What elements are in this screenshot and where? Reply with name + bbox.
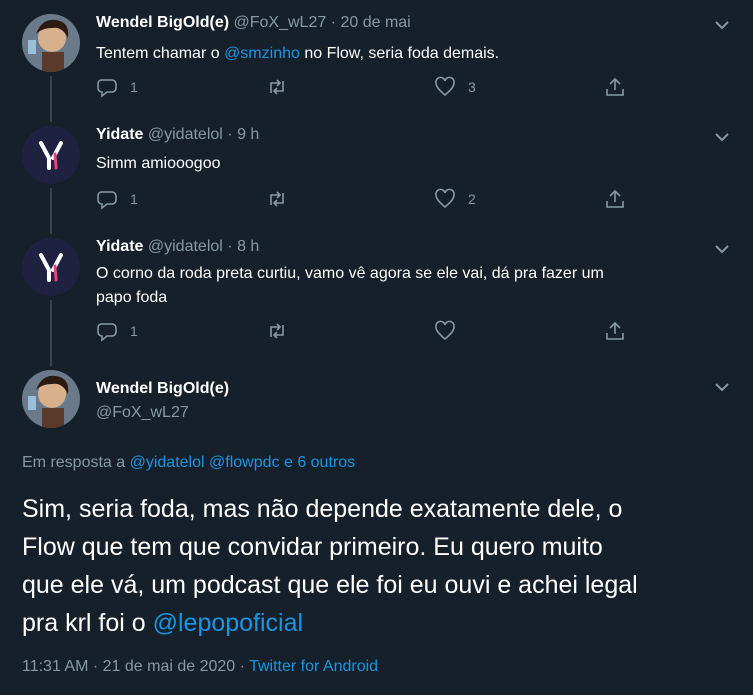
reply-icon <box>97 191 117 210</box>
retweet-icon <box>270 191 284 207</box>
display-name[interactable]: Wendel BigOld(e) <box>96 14 229 31</box>
display-name[interactable]: Yidate <box>96 126 143 143</box>
share-button[interactable] <box>604 320 626 342</box>
avatar[interactable] <box>22 370 80 428</box>
reply-icon <box>97 323 117 342</box>
tweet-header: Yidate @yidatelol · 9 h <box>96 126 259 144</box>
mention-link[interactable]: @smzinho <box>224 45 300 62</box>
avatar[interactable] <box>22 126 80 184</box>
retweet-button[interactable] <box>266 76 300 98</box>
focused-tweet: Wendel BigOld(e) @FoX_wL27 Em resposta a… <box>0 366 753 695</box>
tweet-meta: 11:31 AM · 21 de mai de 2020 · Twitter f… <box>22 658 378 676</box>
display-name[interactable]: Yidate <box>96 238 143 255</box>
reply-tweet[interactable]: Yidate @yidatelol · 8 h O corno da roda … <box>0 234 753 354</box>
share-button[interactable] <box>604 76 626 98</box>
avatar[interactable] <box>22 14 80 72</box>
reply-count: 1 <box>130 191 138 207</box>
timestamp[interactable]: 20 de mai <box>340 14 410 31</box>
tweet-header: Wendel BigOld(e) @FoX_wL27 · 20 de mai <box>96 14 411 32</box>
tweet-text-line: que ele vá, um podcast que ele foi eu ou… <box>22 571 638 599</box>
tweet-actions: 1 3 <box>96 76 636 104</box>
timestamp[interactable]: 8 h <box>237 238 259 255</box>
like-count: 2 <box>468 191 476 207</box>
separator: · <box>227 238 233 255</box>
tweet-text-line: Flow que tem que convidar primeiro. Eu q… <box>22 533 603 561</box>
handle[interactable]: @yidatelol <box>148 126 223 143</box>
chevron-down-icon[interactable] <box>713 378 731 396</box>
reply-count: 1 <box>130 323 138 339</box>
tweet-text-line: O corno da roda preta curtiu, vamo vê ag… <box>96 265 604 282</box>
mention-link[interactable]: @lepopoficial <box>153 609 303 637</box>
retweet-button[interactable] <box>266 188 300 210</box>
tweet-text-line: papo foda <box>96 289 168 306</box>
separator: · <box>227 126 233 143</box>
like-button[interactable]: 2 <box>434 188 476 210</box>
reply-button[interactable]: 1 <box>96 76 138 98</box>
heart-icon <box>435 320 455 341</box>
handle[interactable]: @yidatelol <box>148 238 223 255</box>
timestamp[interactable]: 11:31 AM · 21 de mai de 2020 · <box>22 658 249 675</box>
timestamp[interactable]: 9 h <box>237 126 259 143</box>
tweet-text-line: pra krl foi o @lepopoficial <box>22 609 304 637</box>
like-button[interactable]: 3 <box>434 76 476 98</box>
reply-button[interactable]: 1 <box>96 188 138 210</box>
mention-link[interactable]: @yidatelol <box>130 454 205 471</box>
handle[interactable]: @FoX_wL27 <box>234 14 327 31</box>
reply-tweet[interactable]: Wendel BigOld(e) @FoX_wL27 · 20 de mai T… <box>0 10 753 110</box>
share-button[interactable] <box>604 188 626 210</box>
reply-count: 1 <box>130 79 138 95</box>
tweet-text: Sim, seria foda, mas não depende exatame… <box>22 490 737 642</box>
reply-icon <box>97 79 117 98</box>
retweet-icon <box>270 79 284 95</box>
display-name[interactable]: Wendel BigOld(e) <box>96 380 229 398</box>
retweet-button[interactable] <box>266 320 300 342</box>
tweet-actions: 1 <box>96 320 636 348</box>
share-icon <box>606 189 624 208</box>
handle[interactable]: @FoX_wL27 <box>96 404 189 422</box>
retweet-icon <box>270 323 284 339</box>
mention-link[interactable]: @flowpdc <box>209 454 280 471</box>
tweet-text: O corno da roda preta curtiu, vamo vê ag… <box>96 262 696 310</box>
client-link[interactable]: Twitter for Android <box>249 658 378 675</box>
others-link[interactable]: e 6 outros <box>284 454 355 471</box>
like-count: 3 <box>468 79 476 95</box>
heart-icon <box>435 76 455 97</box>
chevron-down-icon[interactable] <box>713 16 731 34</box>
share-icon <box>606 321 624 340</box>
share-icon <box>606 77 624 96</box>
reply-context: Em resposta a @yidatelol @flowpdc e 6 ou… <box>22 454 356 471</box>
chevron-down-icon[interactable] <box>713 128 731 146</box>
heart-icon <box>435 188 455 209</box>
tweet-text: Tentem chamar o @smzinho no Flow, seria … <box>96 45 500 62</box>
reply-button[interactable]: 1 <box>96 320 138 342</box>
chevron-down-icon[interactable] <box>713 240 731 258</box>
reply-tweet[interactable]: Yidate @yidatelol · 9 h Simm amiooogoo 1… <box>0 122 753 222</box>
tweet-actions: 1 2 <box>96 188 636 216</box>
tweet-text-line: Sim, seria foda, mas não depende exatame… <box>22 495 623 523</box>
separator: · <box>330 14 337 31</box>
avatar[interactable] <box>22 238 80 296</box>
like-button[interactable] <box>434 320 468 342</box>
tweet-text: Simm amiooogoo <box>96 155 221 172</box>
tweet-header: Yidate @yidatelol · 8 h <box>96 238 259 256</box>
